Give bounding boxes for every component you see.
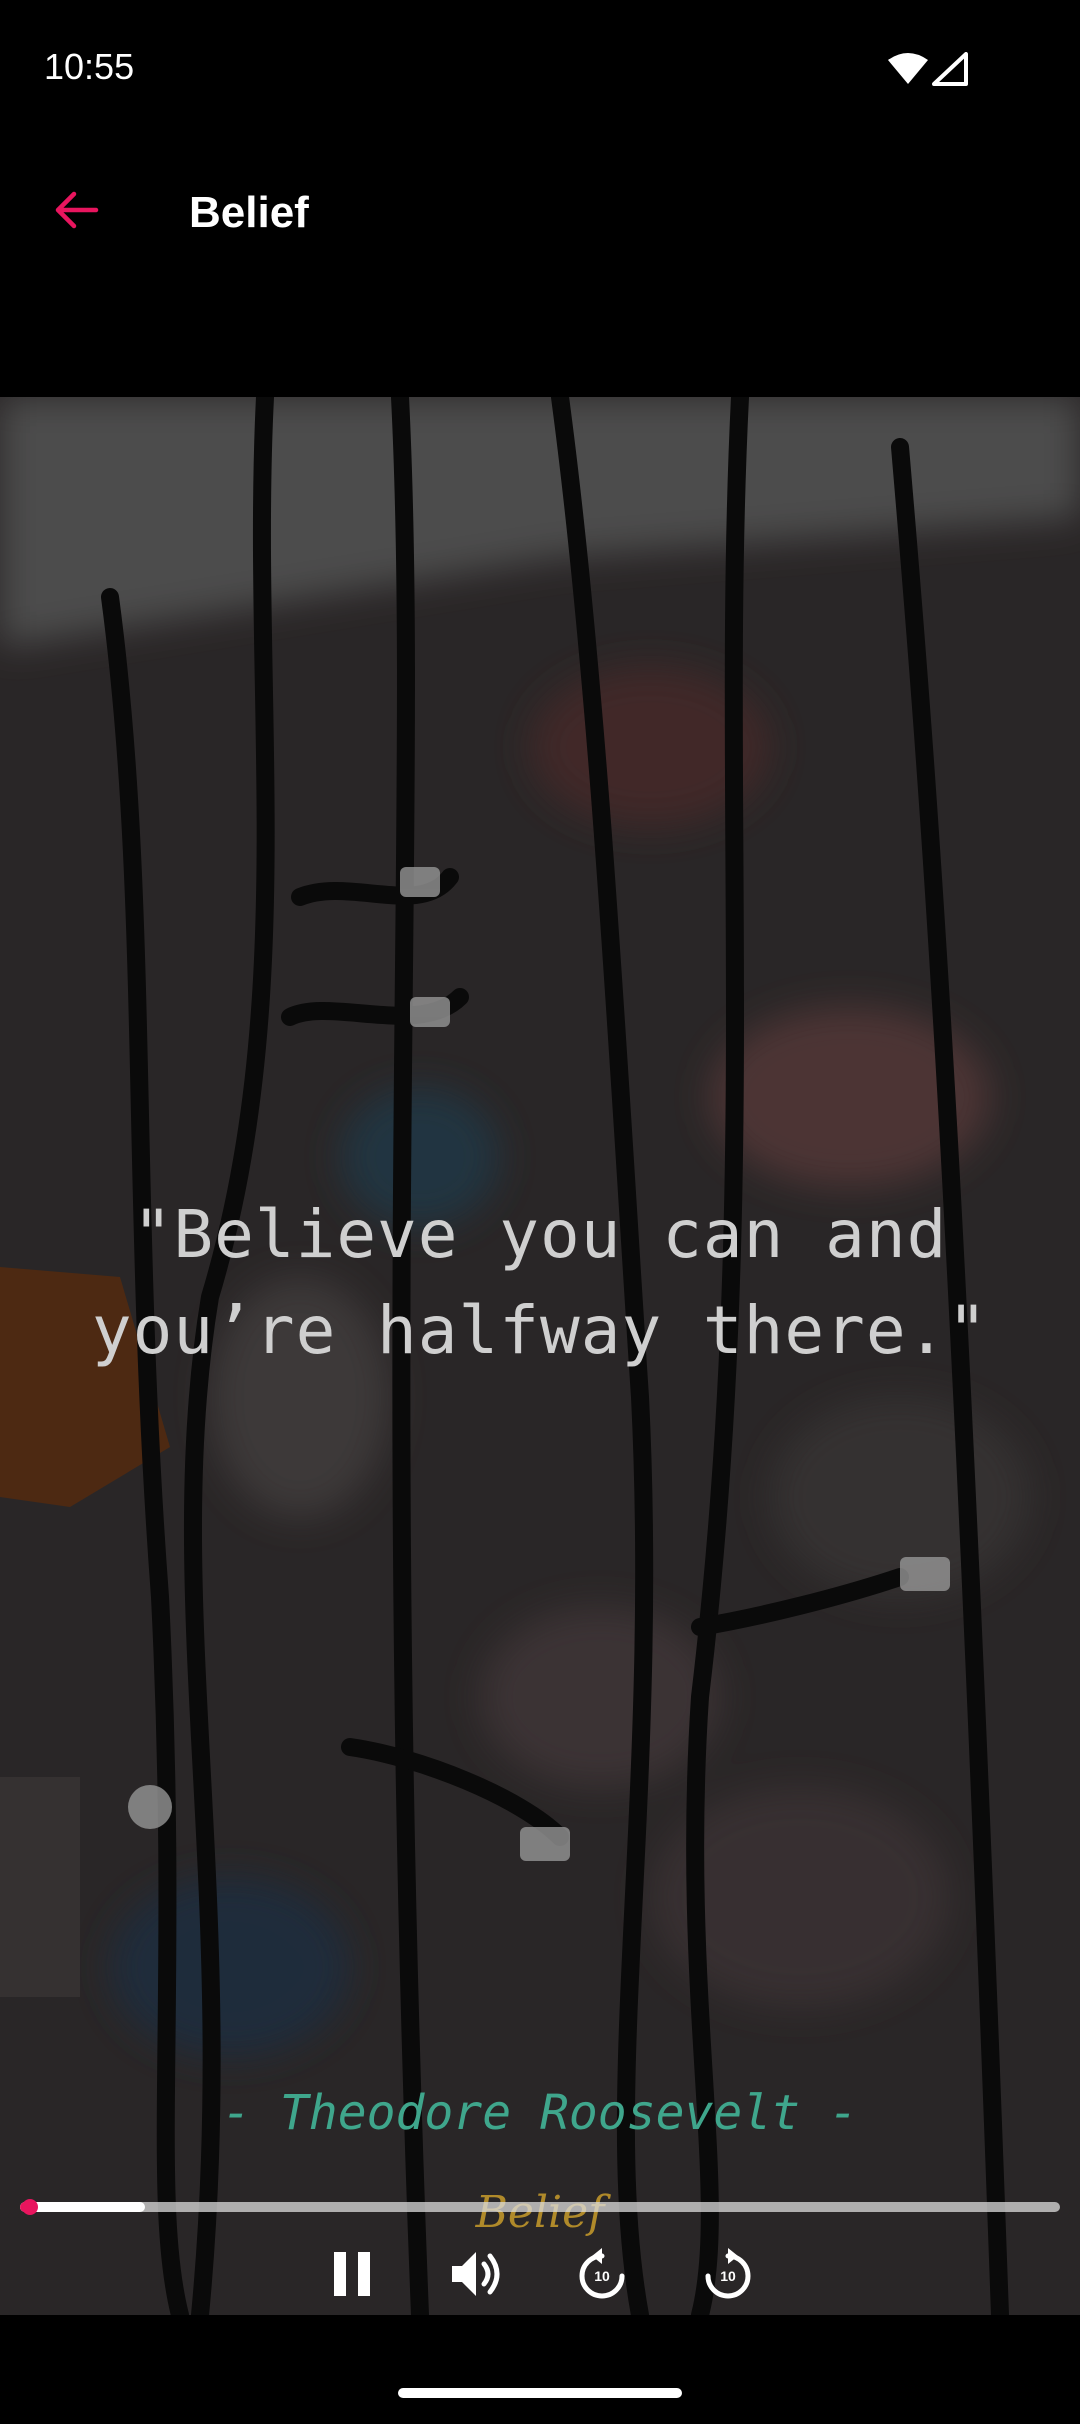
rewind-seconds-label: 10 <box>594 2268 610 2284</box>
replay-10-icon: 10 <box>574 2248 630 2304</box>
page-title: Belief <box>189 188 309 237</box>
wifi-icon <box>888 52 928 91</box>
seek-bar-buffered <box>20 2202 145 2212</box>
rewind-10-button[interactable]: 10 <box>570 2244 634 2308</box>
arrow-left-icon <box>52 190 100 235</box>
back-button[interactable] <box>40 176 112 248</box>
quote-line: "Believe you can and <box>132 1196 948 1273</box>
forward-10-icon: 10 <box>700 2248 756 2304</box>
forward-seconds-label: 10 <box>720 2268 736 2284</box>
cellular-signal-icon <box>932 52 968 91</box>
status-bar: 10:55 <box>0 0 1080 140</box>
forward-10-button[interactable]: 10 <box>696 2244 760 2308</box>
video-caption: Belief <box>475 2187 605 2238</box>
quote-text: "Believe you can and you’re halfway ther… <box>0 1187 1080 1379</box>
pause-icon <box>330 2250 374 2303</box>
status-time: 10:55 <box>44 46 135 87</box>
volume-button[interactable] <box>444 2244 508 2308</box>
quote-author: - Theodore Roosevelt - <box>222 2085 858 2141</box>
home-indicator[interactable] <box>398 2388 682 2398</box>
quote-line: you’re halfway there." <box>91 1292 989 1369</box>
volume-icon <box>448 2248 504 2305</box>
app-bar: Belief <box>0 140 1080 290</box>
pause-button[interactable] <box>320 2244 384 2308</box>
seek-bar[interactable] <box>20 2199 1060 2215</box>
video-player[interactable]: "Believe you can and you’re halfway ther… <box>0 397 1080 2315</box>
